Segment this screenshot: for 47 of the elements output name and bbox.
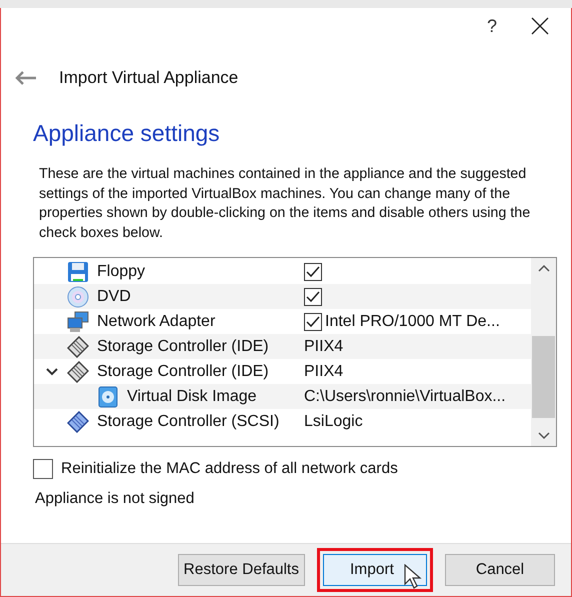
checkbox[interactable]: [304, 312, 322, 330]
mouse-pointer-icon: [404, 564, 422, 590]
item-name: Storage Controller (IDE): [97, 338, 269, 356]
dialog-button[interactable]: Restore Defaults: [178, 554, 305, 586]
back-arrow-icon: [15, 71, 37, 85]
close-icon: [531, 17, 549, 35]
checkbox[interactable]: [33, 459, 53, 479]
signature-status: Appliance is not signed: [35, 490, 196, 508]
description-text: These are the virtual machines contained in the appliance and the suggested settings of the imported VirtualBox machines. You can change many of the properties shown by double-clicking on the items and disable others using the check boxes below.: [39, 165, 532, 242]
checkbox-label: Reinitialize the MAC address of all network cards: [61, 460, 398, 478]
disc-icon: [67, 286, 89, 308]
settings-row[interactable]: Network Adapter Intel PRO/1000 MT De...: [34, 309, 531, 334]
item-name: Virtual Disk Image: [127, 388, 257, 406]
item-name: Floppy: [97, 262, 146, 280]
help-button[interactable]: ?: [486, 16, 497, 36]
dialog-button[interactable]: Import: [323, 554, 427, 586]
close-button[interactable]: [531, 17, 549, 35]
item-value: C:\Users\ronnie\VirtualBox...: [304, 388, 506, 406]
storage-controller-icon: [67, 360, 89, 382]
back-button[interactable]: [15, 71, 37, 85]
storage-controller-icon: [67, 410, 89, 432]
scrollbar[interactable]: [531, 258, 556, 446]
item-name: DVD: [97, 288, 131, 306]
settings-row[interactable]: Virtual Disk Image C:\Users\ronnie\VirtualBox...: [34, 384, 531, 409]
scroll-up-icon[interactable]: [538, 264, 550, 272]
settings-row[interactable]: Floppy: [34, 259, 531, 284]
item-name: Storage Controller (SCSI): [97, 412, 280, 430]
storage-controller-icon: [67, 336, 89, 358]
chevron-icon[interactable]: [46, 368, 58, 376]
item-value: LsiLogic: [304, 412, 363, 430]
wizard-title: Import Virtual Appliance: [59, 68, 238, 88]
dialog-button[interactable]: Cancel: [445, 554, 555, 586]
scrollbar-thumb[interactable]: [532, 336, 555, 418]
settings-row[interactable]: Storage Controller (SCSI) LsiLogic: [34, 409, 531, 434]
settings-row[interactable]: DVD: [34, 284, 531, 309]
item-name: Network Adapter: [97, 312, 216, 330]
item-value: PIIX4: [304, 338, 344, 356]
checkbox[interactable]: [304, 262, 322, 280]
item-value: Intel PRO/1000 MT De...: [325, 312, 500, 330]
settings-row[interactable]: Storage Controller (IDE) PIIX4: [34, 359, 531, 384]
item-name: Storage Controller (IDE): [97, 362, 269, 380]
settings-row[interactable]: Storage Controller (IDE) PIIX4: [34, 334, 531, 359]
page-heading: Appliance settings: [33, 120, 221, 147]
computers-icon: [67, 310, 89, 332]
item-value: PIIX4: [304, 362, 344, 380]
checkbox[interactable]: [304, 288, 322, 306]
scroll-down-icon[interactable]: [538, 432, 550, 440]
